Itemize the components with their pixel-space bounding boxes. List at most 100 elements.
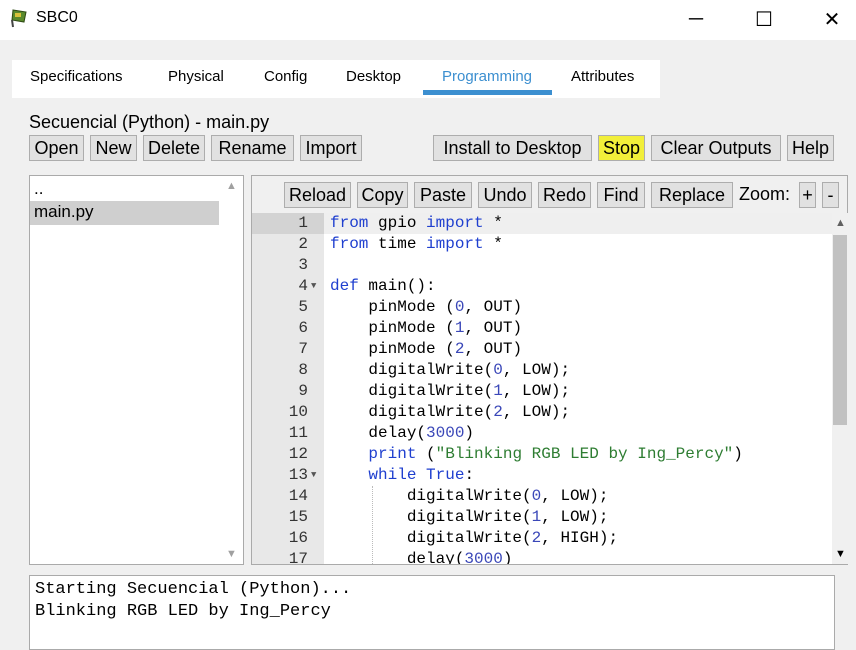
editor-scrollbar[interactable]: ▲ ▼ [832,213,848,564]
code-line: 16 digitalWrite(2, HIGH); [252,528,832,549]
code-editor-panel: Reload Copy Paste Undo Redo Find Replace… [251,175,848,565]
open-button[interactable]: Open [29,135,84,161]
window-body: Specifications Physical Config Desktop P… [0,40,856,650]
clear-outputs-button[interactable]: Clear Outputs [651,135,781,161]
active-tab-indicator [423,90,552,95]
window-title: SBC0 [36,9,78,26]
scroll-down-arrow-icon[interactable]: ▼ [835,548,846,560]
line-number: 2 [298,235,308,253]
list-item-parent-dir[interactable]: .. [30,178,43,202]
stop-button[interactable]: Stop [598,135,645,161]
code-line: 14 digitalWrite(0, LOW); [252,486,832,507]
code-text: pinMode (0, OUT) [330,298,523,316]
line-number: 7 [298,340,308,358]
fold-arrow-icon[interactable]: ▼ [311,465,316,486]
close-button[interactable]: ✕ [810,4,854,34]
tab-attributes[interactable]: Attributes [571,68,634,85]
code-line: 8 digitalWrite(0, LOW); [252,360,832,381]
rename-button[interactable]: Rename [211,135,294,161]
code-text: digitalWrite(0, LOW); [330,487,609,505]
line-number: 9 [298,382,308,400]
code-line: 1 from gpio import * [252,213,832,234]
line-number: 4 [298,277,308,295]
replace-button[interactable]: Replace [651,182,733,208]
tab-bar: Specifications Physical Config Desktop P… [12,60,660,98]
file-list-scrollbar[interactable]: ▲ ▼ [219,176,243,564]
code-line: 7 pinMode (2, OUT) [252,339,832,360]
scroll-down-arrow-icon[interactable]: ▼ [226,548,237,560]
code-text: from time import * [330,235,503,253]
tab-specifications[interactable]: Specifications [30,68,123,85]
code-line: 6 pinMode (1, OUT) [252,318,832,339]
code-line: 10 digitalWrite(2, LOW); [252,402,832,423]
minimize-icon: ─ [688,7,704,30]
fold-arrow-icon[interactable]: ▼ [311,276,316,297]
line-number: 11 [288,424,308,442]
code-text: digitalWrite(1, LOW); [330,382,571,400]
code-text: delay(3000) [330,550,513,564]
code-text: from gpio import * [330,214,503,232]
code-lines: 1 from gpio import * 2 from time import * 3 4… [252,213,832,564]
delete-button[interactable]: Delete [143,135,205,161]
code-line: 11 delay(3000) [252,423,832,444]
line-number: 12 [288,445,308,463]
new-button[interactable]: New [90,135,137,161]
page-title: Secuencial (Python) - main.py [29,112,270,132]
line-number: 8 [298,361,308,379]
tab-programming[interactable]: Programming [442,68,532,85]
code-line: 13 ▼ while True: [252,465,832,486]
code-text: pinMode (2, OUT) [330,340,523,358]
sbc-device-icon [11,9,27,28]
code-line: 15 digitalWrite(1, LOW); [252,507,832,528]
reload-button[interactable]: Reload [284,182,351,208]
line-number: 17 [288,550,308,564]
zoom-out-button[interactable]: - [822,182,839,208]
minimize-button[interactable]: ─ [674,4,718,34]
code-text: digitalWrite(2, HIGH); [330,529,619,547]
help-button[interactable]: Help [787,135,834,161]
scroll-up-arrow-icon[interactable]: ▲ [835,217,846,229]
copy-button[interactable]: Copy [357,182,408,208]
paste-button[interactable]: Paste [414,182,472,208]
scrollbar-thumb[interactable] [833,235,847,425]
tab-physical[interactable]: Physical [168,68,224,85]
line-number: 15 [288,508,308,526]
tab-desktop[interactable]: Desktop [346,68,401,85]
close-icon: ✕ [823,8,841,31]
code-line: 2 from time import * [252,234,832,255]
code-line: 4 ▼ def main(): [252,276,832,297]
file-list: .. main.py ▲ ▼ [29,175,244,565]
code-area[interactable]: 1 from gpio import * 2 from time import * 3 4… [252,213,832,564]
list-item-main-py[interactable]: main.py [30,201,219,225]
install-to-desktop-button[interactable]: Install to Desktop [433,135,592,161]
code-line: 3 [252,255,832,276]
find-button[interactable]: Find [597,182,645,208]
code-text: pinMode (1, OUT) [330,319,523,337]
programming-panel: Secuencial (Python) - main.py Open New D… [12,98,848,650]
line-number: 13 [288,466,308,484]
code-text: while True: [368,466,475,484]
title-bar: SBC0 ─ ☐ ✕ [0,0,856,40]
line-number: 10 [288,403,308,421]
line-number: 1 [298,214,308,232]
code-text: print ("Blinking RGB LED by Ing_Percy") [368,445,743,463]
code-line: 9 digitalWrite(1, LOW); [252,381,832,402]
maximize-button[interactable]: ☐ [742,4,786,34]
code-text: delay(3000) [330,424,475,442]
tab-config[interactable]: Config [264,68,307,85]
scroll-up-arrow-icon[interactable]: ▲ [226,180,237,192]
zoom-in-button[interactable]: + [799,182,816,208]
code-text: digitalWrite(1, LOW); [330,508,609,526]
line-number: 6 [298,319,308,337]
import-button[interactable]: Import [300,135,362,161]
code-line: 5 pinMode (0, OUT) [252,297,832,318]
code-text: digitalWrite(2, LOW); [330,403,571,421]
redo-button[interactable]: Redo [538,182,591,208]
code-line: 12 print ("Blinking RGB LED by Ing_Percy… [252,444,832,465]
undo-button[interactable]: Undo [478,182,532,208]
line-number: 5 [298,298,308,316]
output-line: Starting Secuencial (Python)... [35,580,352,599]
zoom-label: Zoom: [739,184,791,204]
output-console[interactable]: Starting Secuencial (Python)... Blinking… [29,575,835,650]
line-number: 16 [288,529,308,547]
